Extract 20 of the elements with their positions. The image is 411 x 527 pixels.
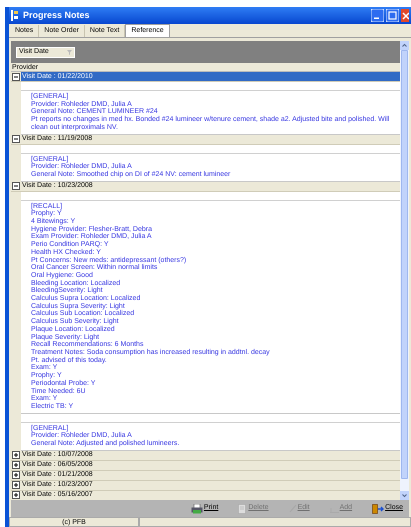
printer-icon — [190, 504, 203, 514]
expand-icon[interactable] — [12, 471, 20, 480]
scroll-down-icon[interactable] — [400, 491, 409, 500]
window-title: Progress Notes — [23, 8, 90, 22]
minimize-icon[interactable] — [371, 9, 384, 22]
collapse-icon[interactable] — [12, 135, 20, 144]
expand-icon[interactable] — [12, 481, 20, 490]
close-icon[interactable] — [401, 9, 409, 22]
expand-icon[interactable] — [12, 451, 20, 460]
maximize-icon[interactable] — [386, 9, 399, 22]
expand-icon[interactable] — [12, 461, 20, 470]
expand-icon[interactable] — [12, 491, 20, 500]
exit-door-icon — [372, 504, 384, 514]
scrollbar[interactable] — [400, 41, 409, 500]
scroll-thumb[interactable] — [401, 50, 408, 479]
app-icon — [11, 10, 19, 21]
collapse-icon[interactable] — [12, 182, 20, 190]
scroll-up-icon[interactable] — [400, 41, 409, 50]
filter-icon — [67, 50, 72, 54]
collapse-icon[interactable] — [12, 72, 20, 80]
